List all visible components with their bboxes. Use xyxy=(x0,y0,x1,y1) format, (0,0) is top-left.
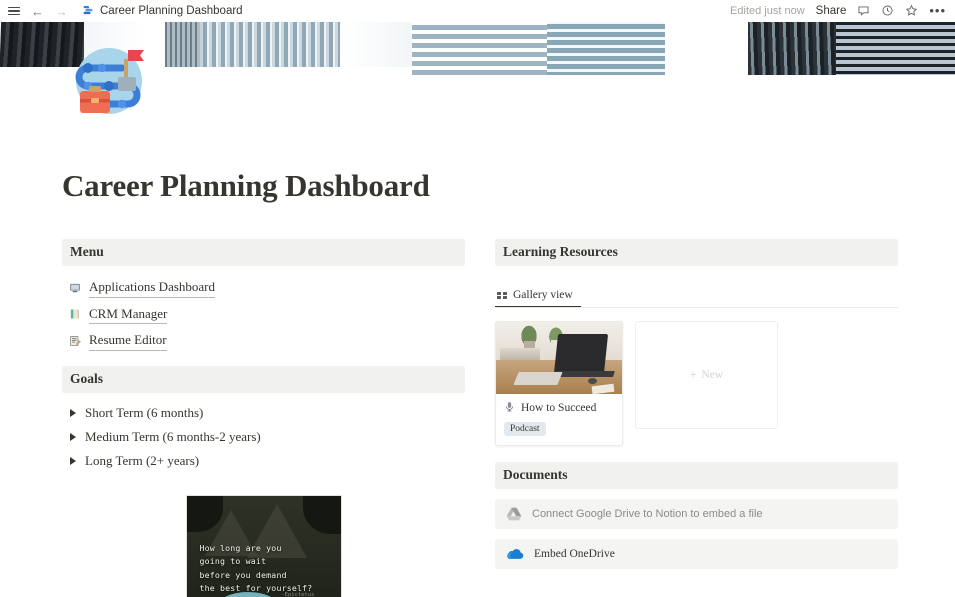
edited-status: Edited just now xyxy=(730,5,805,17)
quote-attribution: -Epictetus xyxy=(281,592,315,597)
monitor-icon xyxy=(68,281,82,295)
share-button[interactable]: Share xyxy=(816,5,847,17)
menu-link-label: Applications Dashboard xyxy=(89,277,216,298)
gallery-card-body: How to Succeed Podcast xyxy=(496,394,622,445)
onedrive-embed-row[interactable]: Embed OneDrive xyxy=(495,539,898,570)
gallery-card-thumbnail xyxy=(496,322,622,395)
tab-gallery-view[interactable]: Gallery view xyxy=(495,289,581,308)
google-drive-icon xyxy=(506,507,522,521)
topbar-right: Edited just now Share ••• xyxy=(730,4,946,19)
page-icon[interactable] xyxy=(62,33,154,125)
goal-toggle-short-term[interactable]: Short Term (6 months) xyxy=(62,401,465,425)
onedrive-embed-label: Embed OneDrive xyxy=(534,548,615,561)
comment-icon[interactable] xyxy=(857,4,870,19)
quote-image-block[interactable]: How long are you going to wait before yo… xyxy=(185,495,342,597)
goal-toggle-long-term[interactable]: Long Term (2+ years) xyxy=(62,449,465,473)
goal-toggle-label: Short Term (6 months) xyxy=(85,405,204,421)
goal-toggle-label: Long Term (2+ years) xyxy=(85,453,200,469)
goal-toggle-label: Medium Term (6 months-2 years) xyxy=(85,429,261,445)
menu-section-heading: Menu xyxy=(62,239,465,267)
star-icon[interactable] xyxy=(905,4,918,19)
chevron-right-icon[interactable] xyxy=(70,457,76,466)
arrow-left-icon[interactable]: ← xyxy=(30,4,45,19)
right-column: Learning Resources Gallery view How to S… xyxy=(495,239,898,597)
menu-link-crm-manager[interactable]: CRM Manager xyxy=(62,301,465,328)
plus-icon: + xyxy=(689,369,697,382)
tab-gallery-view-label: Gallery view xyxy=(513,289,573,302)
menu-link-label: CRM Manager xyxy=(89,304,168,325)
database-view-bar: Gallery view xyxy=(495,282,898,309)
microphone-icon xyxy=(504,401,515,415)
quote-text: How long are you going to wait before yo… xyxy=(199,543,313,593)
hamburger-icon[interactable] xyxy=(6,4,21,19)
page-title[interactable]: Career Planning Dashboard xyxy=(62,168,893,203)
topbar: ← → Career Planning Dashboard Edited jus… xyxy=(0,0,955,22)
documents-heading: Documents xyxy=(495,461,898,490)
topbar-left: ← → Career Planning Dashboard xyxy=(6,4,243,19)
gallery-card-tag: Podcast xyxy=(504,422,546,436)
clock-icon[interactable] xyxy=(881,4,894,19)
gallery-grid-icon xyxy=(497,291,507,300)
arrow-right-icon[interactable]: → xyxy=(54,4,69,19)
gallery-card-title-row: How to Succeed xyxy=(504,401,614,415)
page-body: Career Planning Dashboard Menu Applicati… xyxy=(0,168,955,597)
goals-section-heading: Goals xyxy=(62,365,465,394)
goal-toggle-medium-term[interactable]: Medium Term (6 months-2 years) xyxy=(62,425,465,449)
breadcrumb-title[interactable]: Career Planning Dashboard xyxy=(100,5,243,17)
book-icon xyxy=(68,307,82,321)
memo-icon xyxy=(68,334,82,348)
gallery-cards: How to Succeed Podcast + New xyxy=(495,321,898,446)
column-layout: Menu Applications Dashboard CRM Manager … xyxy=(62,239,898,597)
menu-link-label: Resume Editor xyxy=(89,330,167,351)
gallery-new-card-button[interactable]: + New xyxy=(635,321,778,430)
gallery-card-how-to-succeed[interactable]: How to Succeed Podcast xyxy=(495,321,623,446)
breadcrumb[interactable]: Career Planning Dashboard xyxy=(82,4,243,18)
chevron-right-icon[interactable] xyxy=(70,409,76,418)
more-options-icon[interactable]: ••• xyxy=(929,4,946,17)
onedrive-icon xyxy=(506,548,524,561)
breadcrumb-icon xyxy=(82,4,94,18)
chevron-right-icon[interactable] xyxy=(70,433,76,442)
left-column: Menu Applications Dashboard CRM Manager … xyxy=(62,239,465,597)
menu-link-resume-editor[interactable]: Resume Editor xyxy=(62,327,465,354)
gallery-card-title: How to Succeed xyxy=(521,402,597,415)
google-drive-embed-label: Connect Google Drive to Notion to embed … xyxy=(532,508,763,521)
google-drive-embed-row[interactable]: Connect Google Drive to Notion to embed … xyxy=(495,499,898,530)
menu-link-applications-dashboard[interactable]: Applications Dashboard xyxy=(62,274,465,301)
learning-resources-heading: Learning Resources xyxy=(495,239,898,267)
gallery-new-card-label: New xyxy=(701,369,724,382)
